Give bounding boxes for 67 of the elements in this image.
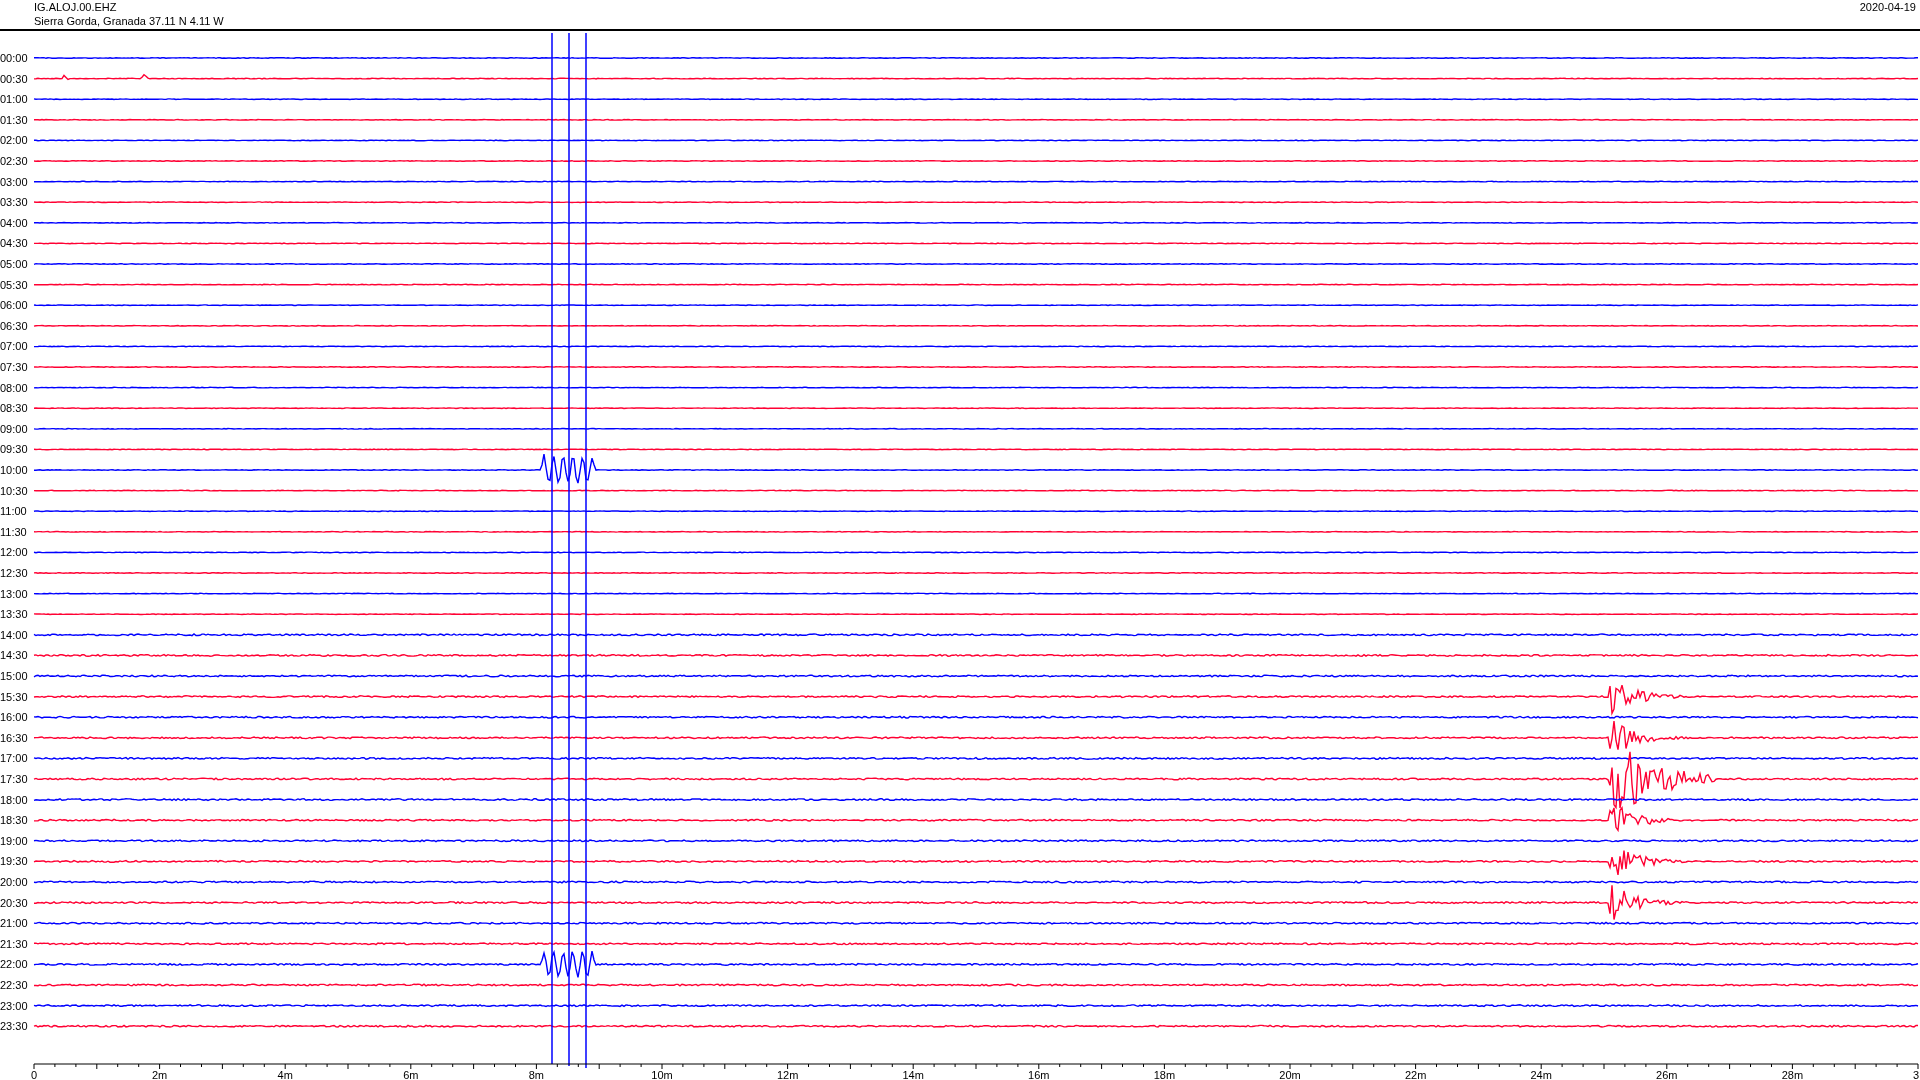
time-label: 14:30	[0, 649, 28, 662]
time-label: 00:00	[0, 52, 28, 64]
axis-tick-label: 22m	[1404, 1069, 1427, 1080]
time-label: 07:30	[0, 361, 28, 373]
time-label: 12:30	[0, 567, 28, 579]
axis-tick-label: 20m	[1279, 1069, 1301, 1080]
time-label: 16:30	[0, 731, 28, 744]
time-label: 17:30	[0, 773, 28, 785]
time-label: 13:30	[0, 608, 28, 621]
time-label: 04:00	[0, 216, 28, 229]
time-label: 13:00	[0, 587, 28, 600]
axis-tick-label: 16m	[1028, 1069, 1050, 1080]
time-label: 10:00	[0, 464, 28, 476]
axis-tick-label: 10m	[651, 1069, 673, 1080]
time-label: 12:00	[0, 546, 28, 559]
axis-tick-label: 26m	[1656, 1069, 1678, 1080]
time-label: 02:30	[0, 155, 28, 167]
time-label: 14:00	[0, 628, 28, 641]
time-label: 22:00	[0, 958, 28, 971]
time-label: 01:00	[0, 93, 28, 106]
axis-tick-label: 3	[1913, 1069, 1920, 1080]
time-label: 04:30	[0, 237, 28, 250]
axis-tick-label: 2m	[151, 1069, 168, 1080]
time-label: 20:00	[0, 876, 28, 888]
axis-tick-label: 28m	[1781, 1069, 1804, 1080]
time-label: 06:30	[0, 319, 28, 332]
time-label: 00:30	[0, 72, 28, 85]
time-label: 11:30	[0, 525, 27, 538]
time-label: 22:30	[0, 979, 28, 991]
time-label: 23:00	[0, 999, 28, 1012]
time-label: 18:00	[0, 793, 28, 806]
time-label: 03:30	[0, 196, 28, 209]
axis-tick-label: 18m	[1153, 1069, 1176, 1080]
time-label: 21:00	[0, 917, 28, 930]
time-label: 06:00	[0, 299, 28, 312]
date-label: 2020-04-19	[1859, 0, 1916, 14]
axis-tick-label: 8m	[528, 1069, 545, 1080]
time-label: 21:30	[0, 937, 28, 950]
time-label: 03:00	[0, 175, 28, 188]
time-label: 10:30	[0, 484, 28, 497]
axis-tick-label: 6m	[403, 1069, 419, 1080]
time-label: 08:30	[0, 402, 28, 415]
time-label: 16:00	[0, 711, 28, 724]
time-label: 09:00	[0, 422, 28, 435]
time-label: 11:00	[0, 505, 27, 518]
time-label: 05:30	[0, 278, 28, 291]
time-label: 08:00	[0, 381, 28, 394]
time-label: 07:00	[0, 340, 28, 353]
time-label: 20:30	[0, 896, 28, 909]
station-location: Sierra Gorda, Granada 37.11 N 4.11 W	[34, 14, 224, 28]
time-label: 15:00	[0, 670, 28, 682]
time-label: 19:30	[0, 855, 28, 868]
time-label: 05:00	[0, 258, 28, 270]
axis-tick-label: 0	[30, 1069, 38, 1080]
time-label: 09:30	[0, 443, 28, 456]
time-label: 02:00	[0, 134, 28, 147]
time-label: 01:30	[0, 113, 28, 126]
time-label: 23:30	[0, 1020, 28, 1033]
axis-tick-label: 4m	[277, 1069, 293, 1080]
axis-tick-label: 24m	[1530, 1069, 1552, 1080]
axis-tick-label: 14m	[902, 1069, 924, 1080]
time-label: 17:00	[0, 752, 28, 765]
station-code: IG.ALOJ.00.EHZ	[34, 0, 118, 14]
time-label: 18:30	[0, 814, 28, 827]
time-label: 15:30	[0, 690, 28, 703]
time-label: 19:00	[0, 834, 28, 847]
axis-tick-label: 12m	[776, 1069, 799, 1080]
